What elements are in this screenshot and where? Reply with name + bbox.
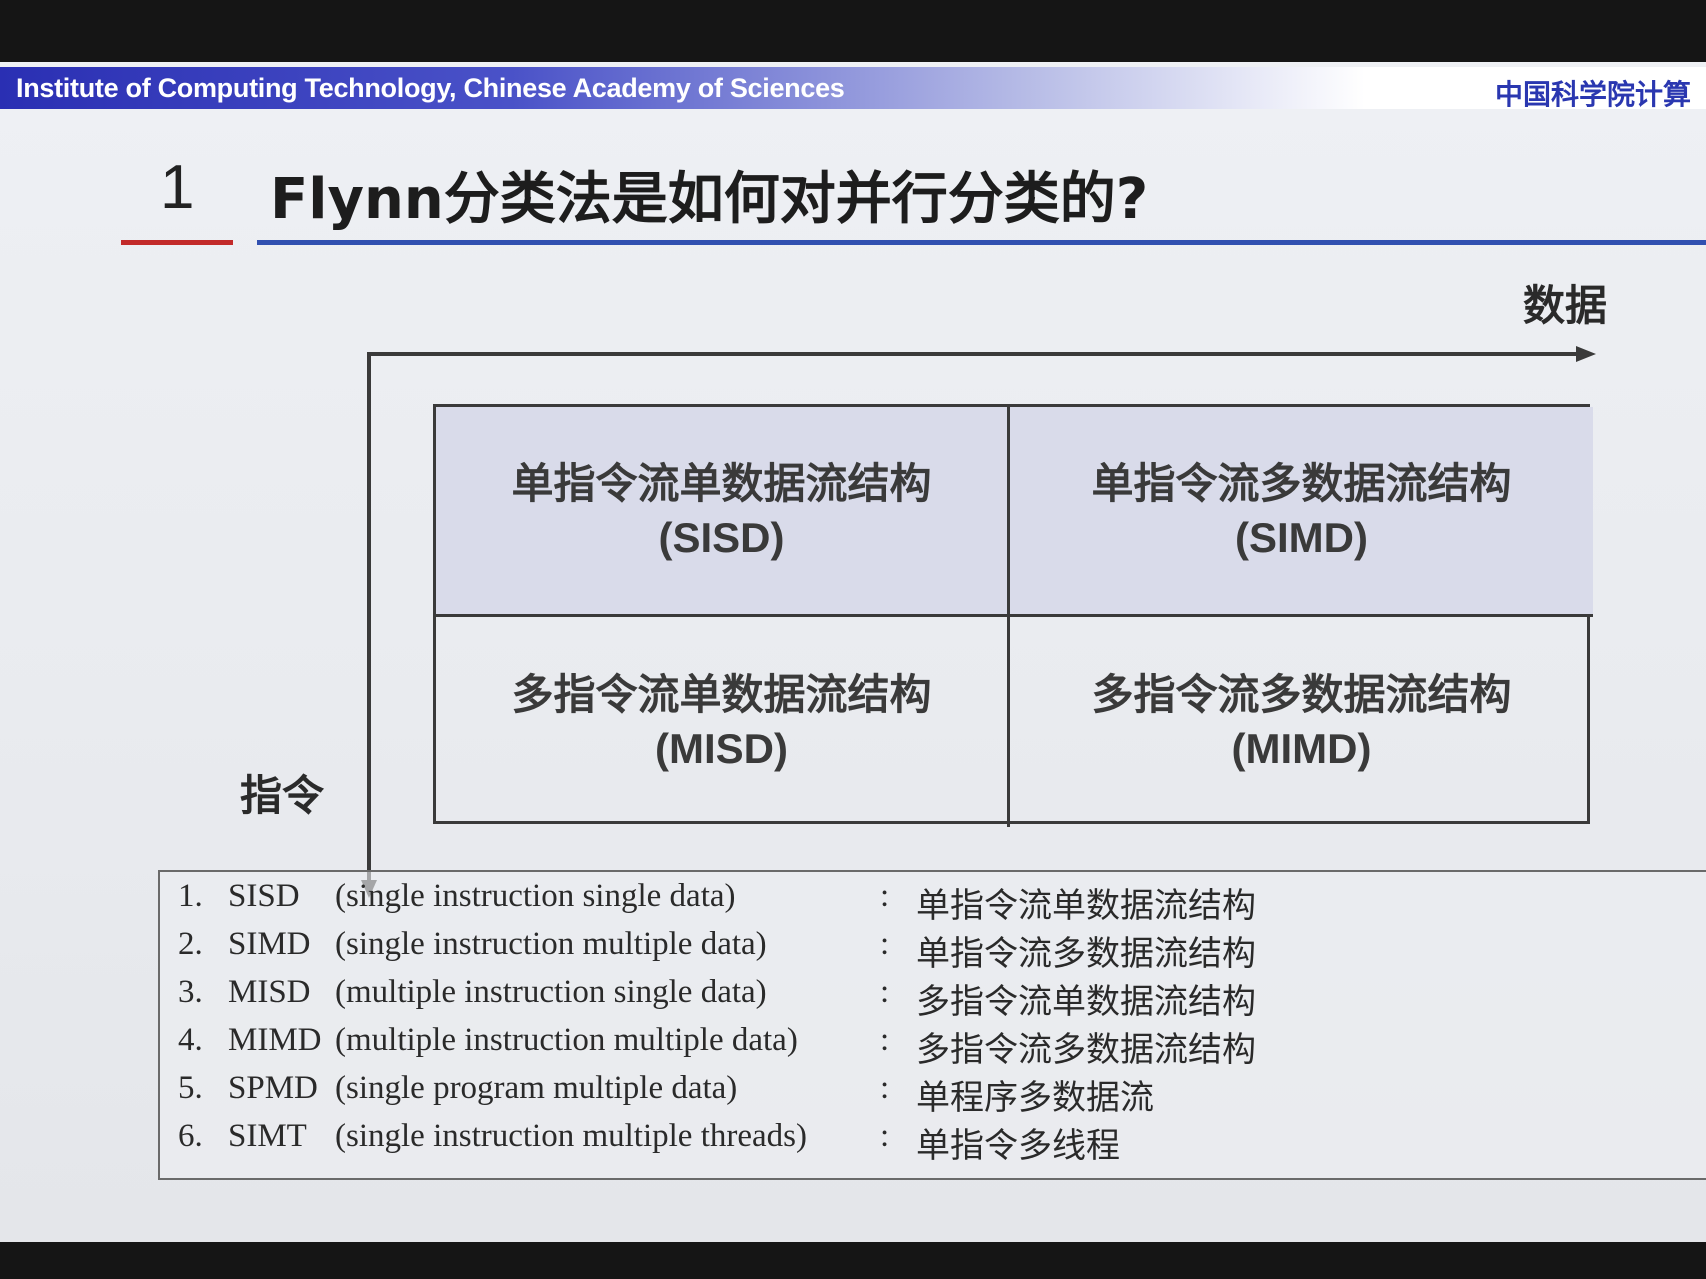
institution-name-zh: 中国科学院计算 xyxy=(1495,78,1692,111)
quadrant-abbr: (MIMD) xyxy=(1231,725,1372,772)
flynn-taxonomy-grid: 单指令流单数据流结构 (SISD) 单指令流多数据流结构 (SIMD) 多指令流… xyxy=(433,404,1593,827)
quadrant-simd: 单指令流多数据流结构 (SIMD) xyxy=(1010,407,1593,617)
quadrant-title: 单指令流多数据流结构 xyxy=(1091,458,1512,508)
legend-chinese: 单程序多数据流 xyxy=(916,1078,1154,1118)
slide-title: Flynn分类法是如何对并行分类的? xyxy=(270,167,1149,232)
legend-full-name: (single instruction multiple threads) xyxy=(335,1118,807,1154)
data-axis-arrow-icon xyxy=(1576,346,1596,362)
legend-chinese: 单指令多线程 xyxy=(916,1126,1120,1166)
legend-number: 1. xyxy=(178,878,203,914)
legend-number: 5. xyxy=(178,1070,203,1106)
legend-number: 2. xyxy=(178,926,203,962)
legend-full-name: (multiple instruction single data) xyxy=(335,974,767,1010)
legend-abbr: SPMD xyxy=(228,1070,318,1106)
slide: Institute of Computing Technology, Chine… xyxy=(0,62,1706,1242)
quadrant-sisd: 单指令流单数据流结构 (SISD) xyxy=(436,407,1010,617)
legend-abbr: SIMD xyxy=(228,926,311,962)
legend-abbr: SIMT xyxy=(228,1118,307,1154)
legend-full-name: (multiple instruction multiple data) xyxy=(335,1022,798,1058)
quadrant-misd: 多指令流单数据流结构 (MISD) xyxy=(436,617,1010,827)
title-underline xyxy=(257,240,1706,245)
legend-full-name: (single instruction multiple data) xyxy=(335,926,767,962)
legend-chinese: 单指令流多数据流结构 xyxy=(916,934,1256,974)
instruction-axis-line xyxy=(367,352,371,882)
section-number: 1 xyxy=(160,153,195,222)
axis-label-instruction: 指令 xyxy=(240,771,325,820)
legend-full-name: (single program multiple data) xyxy=(335,1070,738,1106)
legend-number: 3. xyxy=(178,974,203,1010)
legend-full-name: (single instruction single data) xyxy=(335,878,736,914)
legend-separator: : xyxy=(880,1022,890,1058)
quadrant-mimd: 多指令流多数据流结构 (MIMD) xyxy=(1010,617,1593,827)
taxonomy-legend: 1. SISD (single instruction single data)… xyxy=(158,870,1706,1180)
data-axis-line xyxy=(369,352,1579,356)
header-bar: Institute of Computing Technology, Chine… xyxy=(0,67,1706,111)
legend-separator: : xyxy=(880,1118,890,1154)
quadrant-abbr: (MISD) xyxy=(655,725,788,772)
quadrant-title: 多指令流多数据流结构 xyxy=(1091,670,1512,719)
legend-chinese: 多指令流多数据流结构 xyxy=(916,1030,1256,1070)
legend-abbr: MISD xyxy=(228,974,311,1010)
legend-number: 4. xyxy=(178,1022,203,1058)
quadrant-title: 多指令流单数据流结构 xyxy=(511,670,932,719)
legend-separator: : xyxy=(880,974,890,1010)
legend-abbr: MIMD xyxy=(228,1022,322,1058)
axis-label-data: 数据 xyxy=(1523,281,1608,330)
legend-separator: : xyxy=(880,1070,890,1106)
institution-name-en: Institute of Computing Technology, Chine… xyxy=(16,73,845,103)
legend-number: 6. xyxy=(178,1118,203,1154)
legend-abbr: SISD xyxy=(228,878,300,914)
quadrant-abbr: (SISD) xyxy=(658,513,785,561)
quadrant-title: 单指令流单数据流结构 xyxy=(511,458,932,508)
legend-chinese: 单指令流单数据流结构 xyxy=(916,886,1256,926)
legend-separator: : xyxy=(880,878,890,914)
legend-chinese: 多指令流单数据流结构 xyxy=(916,982,1256,1022)
legend-separator: : xyxy=(880,926,890,962)
quadrant-abbr: (SIMD) xyxy=(1235,513,1368,561)
section-number-underline xyxy=(121,240,233,245)
